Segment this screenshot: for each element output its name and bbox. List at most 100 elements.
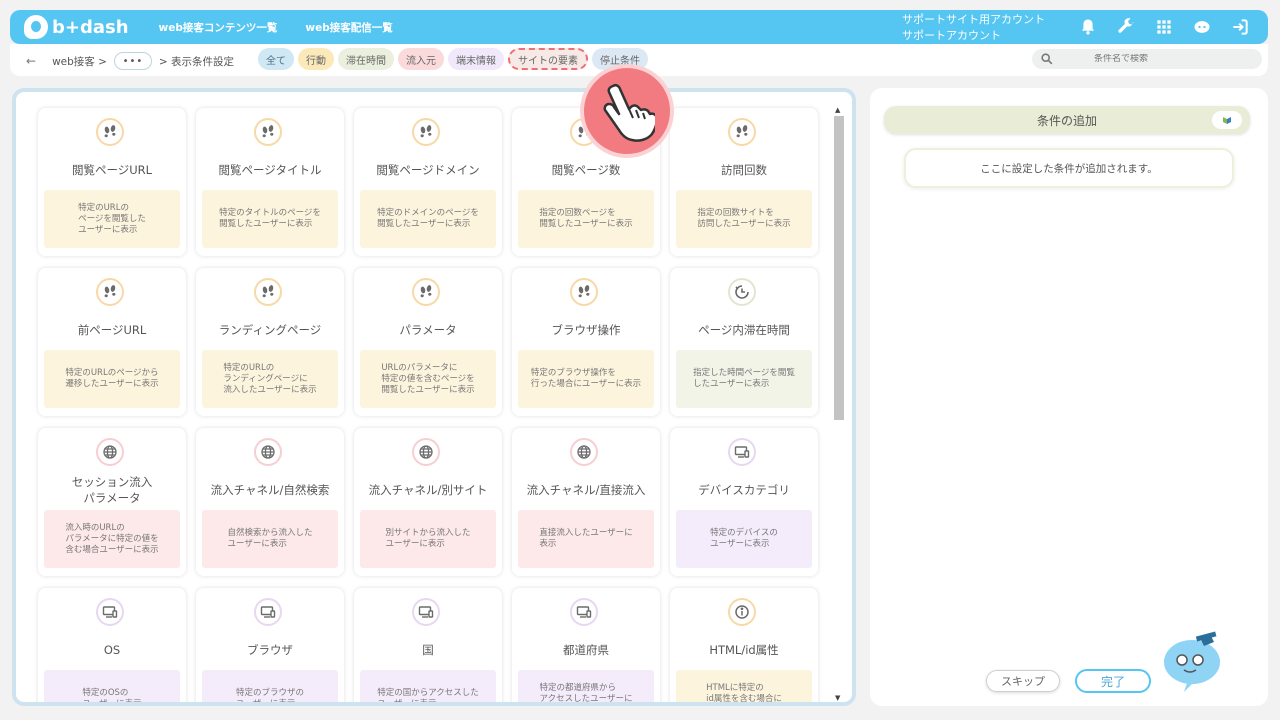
condition-card-title: 閲覧ページドメイン <box>376 163 480 177</box>
account-info[interactable]: サポートサイト用アカウント サポートアカウント <box>902 12 1045 44</box>
mascot-icon <box>1164 631 1220 692</box>
condition-card-description: 特定のデバイスの ユーザーに表示 <box>676 510 812 568</box>
add-condition-header: 条件の追加 <box>884 106 1250 134</box>
condition-drop-area[interactable]: ここに設定した条件が追加されます。 <box>904 148 1234 188</box>
condition-list-panel: 閲覧ページURL 特定のURLの ページを閲覧した ユーザーに表示 閲覧ページタイト… <box>12 88 856 706</box>
done-button[interactable]: 完了 <box>1075 669 1151 693</box>
condition-card-description: 直接流入したユーザーに 表示 <box>518 510 654 568</box>
condition-card[interactable]: デバイスカテゴリ特定のデバイスの ユーザーに表示 <box>670 428 818 576</box>
tab-action[interactable]: 行動 <box>298 48 334 70</box>
condition-card-title: ページ内滞在時間 <box>698 323 790 337</box>
skip-button[interactable]: スキップ <box>986 670 1060 692</box>
add-condition-title: 条件の追加 <box>1036 113 1097 128</box>
condition-card-title: ランディングページ <box>218 323 322 337</box>
tab-device[interactable]: 端末情報 <box>448 48 504 70</box>
footprints-icon <box>570 278 598 306</box>
beginner-mark-icon[interactable] <box>1212 111 1242 129</box>
tap-hint-overlay <box>580 64 674 158</box>
logo-text: b+dash <box>52 16 129 38</box>
device-icon <box>96 598 124 626</box>
scroll-thumb[interactable] <box>834 116 844 420</box>
footprints-icon <box>96 118 124 146</box>
info-icon <box>728 598 756 626</box>
tab-inflow[interactable]: 流入元 <box>398 48 444 70</box>
footprints-icon <box>728 118 756 146</box>
condition-card-description: 特定のドメインのページを 閲覧したユーザーに表示 <box>360 190 496 248</box>
added-conditions-panel: 条件の追加 ここに設定した条件が追加されます。 スキップ 完了 <box>870 88 1268 706</box>
condition-card-description: 指定の回数ページを 閲覧したユーザーに表示 <box>518 190 654 248</box>
logo[interactable]: b+dash <box>24 15 129 39</box>
bell-icon[interactable] <box>1076 15 1100 39</box>
footprints-icon <box>254 118 282 146</box>
condition-card-title: 閲覧ページタイトル <box>218 163 322 177</box>
footprints-icon <box>412 278 440 306</box>
condition-card[interactable]: ランディングページ特定のURLの ランディングページに 流入したユーザーに表示 <box>196 268 344 416</box>
tab-site-element[interactable]: サイトの要素 <box>508 48 588 70</box>
footprints-icon <box>412 118 440 146</box>
condition-card[interactable]: セッション流入 パラメータ 流入時のURLの パラメータに特定の値を 含む場合ユー… <box>38 428 186 576</box>
condition-card[interactable]: ブラウザ 特定のブラウザの ユーザーに表示 <box>196 588 344 702</box>
condition-card[interactable]: 前ページURL 特定のURLのページから 遷移したユーザーに表示 <box>38 268 186 416</box>
search-input[interactable] <box>1094 54 1244 64</box>
more-button[interactable]: ••• <box>113 52 152 70</box>
condition-card-description: URLのパラメータに 特定の値を含むページを 閲覧したユーザーに表示 <box>360 350 496 408</box>
filter-tabs: 全て 行動 滞在時間 流入元 端末情報 サイトの要素 停止条件 <box>258 48 648 70</box>
wrench-icon[interactable] <box>1114 15 1138 39</box>
breadcrumb-web[interactable]: web接客 > <box>52 54 107 69</box>
globe-icon <box>570 438 598 466</box>
condition-card[interactable]: ブラウザ操作 特定のブラウザ操作を 行った場合にユーザーに表示 <box>512 268 660 416</box>
condition-card[interactable]: 流入チャネル/別サイト 別サイトから流入した ユーザーに表示 <box>354 428 502 576</box>
condition-card-title: 閲覧ページ数 <box>551 163 621 177</box>
tab-all[interactable]: 全て <box>258 48 294 70</box>
condition-card[interactable]: 閲覧ページURL 特定のURLの ページを閲覧した ユーザーに表示 <box>38 108 186 256</box>
condition-card[interactable]: 閲覧ページタイトル特定のタイトルのページを 閲覧したユーザーに表示 <box>196 108 344 256</box>
condition-card-title: セッション流入 パラメータ <box>71 475 153 505</box>
condition-card-description: 特定の国からアクセスした ユーザーに表示 <box>360 670 496 702</box>
grid-icon[interactable] <box>1152 15 1176 39</box>
condition-card-title: パラメータ <box>399 323 457 337</box>
condition-card-description: 特定のOSの ユーザーに表示 <box>44 670 180 702</box>
condition-card-title: OS <box>103 643 121 657</box>
device-icon <box>412 598 440 626</box>
condition-card[interactable]: 流入チャネル/直接流入 直接流入したユーザーに 表示 <box>512 428 660 576</box>
condition-card[interactable]: ページ内滞在時間指定した時間ページを閲覧 したユーザーに表示 <box>670 268 818 416</box>
logo-icon <box>24 15 48 39</box>
search-box[interactable] <box>1032 49 1262 69</box>
condition-card-description: 特定のタイトルのページを 閲覧したユーザーに表示 <box>202 190 338 248</box>
globe-icon <box>412 438 440 466</box>
header-icons <box>1076 15 1252 39</box>
logout-icon[interactable] <box>1228 15 1252 39</box>
condition-card-description: 指定した時間ページを閲覧 したユーザーに表示 <box>676 350 812 408</box>
scroll-up-icon[interactable]: ▲ <box>835 106 840 114</box>
globe-icon <box>254 438 282 466</box>
nav-web-content-list[interactable]: web接客コンテンツ一覧 <box>159 20 278 35</box>
scrollbar[interactable]: ▲ ▼ <box>834 106 844 702</box>
condition-card[interactable]: パラメータ URLのパラメータに 特定の値を含むページを 閲覧したユーザーに表示 <box>354 268 502 416</box>
condition-card[interactable]: 流入チャネル/自然検索 自然検索から流入した ユーザーに表示 <box>196 428 344 576</box>
condition-card[interactable]: 都道府県特定の都道府県から アクセスしたユーザーに 表示 <box>512 588 660 702</box>
condition-card[interactable]: 訪問回数指定の回数サイトを 訪問したユーザーに表示 <box>670 108 818 256</box>
scroll-down-icon[interactable]: ▼ <box>835 694 840 702</box>
clock-icon <box>728 278 756 306</box>
condition-card-title: デバイスカテゴリ <box>698 483 790 497</box>
condition-card-title: 訪問回数 <box>721 163 767 177</box>
condition-card[interactable]: HTML/id属性 HTMLに特定の id属性を含む場合に 表示 <box>670 588 818 702</box>
condition-card-description: 特定のURLのページから 遷移したユーザーに表示 <box>44 350 180 408</box>
condition-card-description: 特定のURLの ランディングページに 流入したユーザーに表示 <box>202 350 338 408</box>
condition-card[interactable]: OS 特定のOSの ユーザーに表示 <box>38 588 186 702</box>
globe-icon <box>96 438 124 466</box>
condition-card-description: HTMLに特定の id属性を含む場合に 表示 <box>676 670 812 702</box>
tab-stay-time[interactable]: 滞在時間 <box>338 48 394 70</box>
nav-web-delivery-list[interactable]: web接客配信一覧 <box>305 20 392 35</box>
condition-card[interactable]: 国特定の国からアクセスした ユーザーに表示 <box>354 588 502 702</box>
chat-icon[interactable] <box>1190 15 1214 39</box>
condition-card-description: 指定の回数サイトを 訪問したユーザーに表示 <box>676 190 812 248</box>
condition-card-description: 特定の都道府県から アクセスしたユーザーに 表示 <box>518 670 654 702</box>
account-name: サポートアカウント <box>902 29 1001 42</box>
condition-card[interactable]: 閲覧ページドメイン特定のドメインのページを 閲覧したユーザーに表示 <box>354 108 502 256</box>
breadcrumb-current: > 表示条件設定 <box>158 55 235 68</box>
breadcrumb: ← web接客 > ••• > 表示条件設定 <box>26 52 234 70</box>
condition-card-title: 流入チャネル/自然検索 <box>210 483 330 497</box>
condition-card-title: 都道府県 <box>563 643 609 657</box>
back-arrow-icon[interactable]: ← <box>26 54 36 68</box>
